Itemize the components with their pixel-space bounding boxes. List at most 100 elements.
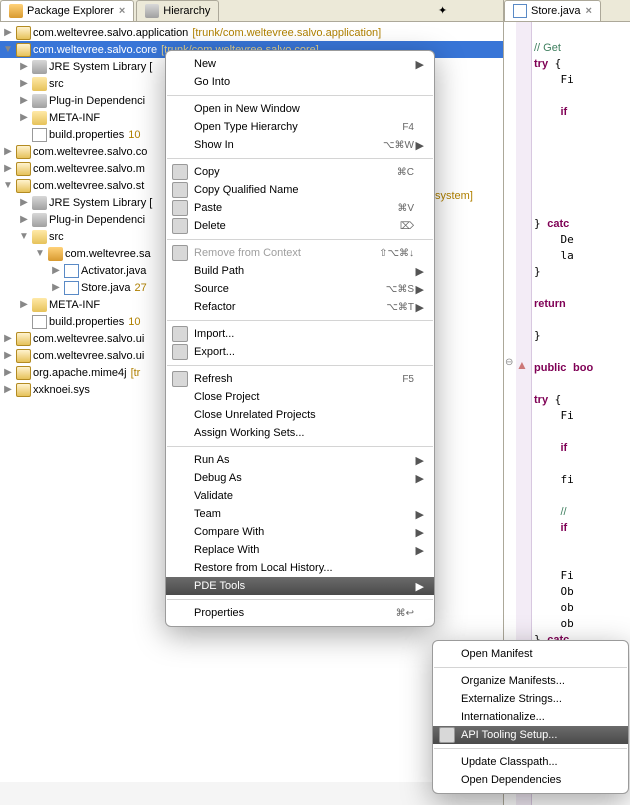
menu-validate[interactable]: Validate [166, 487, 434, 505]
submenu-arrow-icon: ▶ [414, 139, 424, 152]
menu-refresh[interactable]: RefreshF5 [166, 370, 434, 388]
tab-hierarchy[interactable]: Hierarchy [136, 0, 219, 21]
menu-team[interactable]: Team▶ [166, 505, 434, 523]
menu-item-label: Compare With [194, 526, 414, 538]
submenu-update-classpath[interactable]: Update Classpath... [433, 753, 628, 771]
twisty-icon[interactable]: ▼ [2, 44, 14, 55]
tree-suffix-overflow: system] [435, 190, 473, 202]
toolbar-icon-2[interactable] [456, 4, 470, 18]
menu-item-label: Build Path [194, 265, 414, 277]
tab-package-explorer[interactable]: Package Explorer × [0, 0, 134, 21]
menu-refactor[interactable]: Refactor⌥⌘T▶ [166, 298, 434, 316]
menu-item-label: Properties [194, 607, 386, 619]
hierarchy-icon [145, 4, 159, 18]
twisty-icon[interactable]: ▶ [18, 112, 30, 123]
menu-separator [434, 667, 627, 668]
menu-item-label: Copy [194, 166, 387, 178]
twisty-icon[interactable]: ▶ [18, 95, 30, 106]
twisty-icon[interactable]: ▶ [2, 163, 14, 174]
menu-item-icon [172, 452, 188, 468]
menu-show-in[interactable]: Show In⌥⌘W▶ [166, 136, 434, 154]
menu-item-icon [172, 281, 188, 297]
menu-paste[interactable]: Paste⌘V [166, 199, 434, 217]
menu-item-icon [172, 605, 188, 621]
tree-item-label: com.weltevree.salvo.core [33, 44, 157, 56]
tree-item-suffix: 10 [128, 129, 140, 141]
menu-run-as[interactable]: Run As▶ [166, 451, 434, 469]
menu-open-new-window[interactable]: Open in New Window [166, 100, 434, 118]
submenu-api-tooling[interactable]: API Tooling Setup... [433, 726, 628, 744]
twisty-icon[interactable]: ▼ [34, 248, 46, 259]
pde-tools-submenu[interactable]: Open Manifest Organize Manifests...Extern… [432, 640, 629, 794]
submenu-open-manifest[interactable]: Open Manifest [433, 645, 628, 663]
twisty-icon[interactable]: ▶ [50, 282, 62, 293]
menu-item-label: Validate [194, 490, 414, 502]
menu-new[interactable]: New▶ [166, 55, 434, 73]
menu-restore-history[interactable]: Restore from Local History... [166, 559, 434, 577]
twisty-icon[interactable]: ▶ [18, 214, 30, 225]
menu-copy-qualified[interactable]: Copy Qualified Name [166, 181, 434, 199]
menu-assign-working-sets[interactable]: Assign Working Sets... [166, 424, 434, 442]
menu-separator [167, 365, 433, 366]
menu-pde-tools[interactable]: PDE Tools▶ [166, 577, 434, 595]
context-menu[interactable]: New▶Go IntoOpen in New WindowOpen Type H… [165, 50, 435, 627]
twisty-icon[interactable]: ▶ [18, 197, 30, 208]
menu-copy[interactable]: Copy⌘C [166, 163, 434, 181]
twisty-icon[interactable]: ▶ [2, 333, 14, 344]
close-icon[interactable]: × [586, 5, 592, 17]
twisty-icon[interactable]: ▶ [2, 146, 14, 157]
twisty-icon[interactable]: ▶ [2, 350, 14, 361]
twisty-icon[interactable]: ▶ [18, 78, 30, 89]
menu-item-shortcut: ⌘V [397, 203, 414, 214]
menu-source[interactable]: Source⌥⌘S▶ [166, 280, 434, 298]
menu-item-label: Debug As [194, 472, 414, 484]
twisty-icon[interactable]: ▶ [2, 384, 14, 395]
menu-export[interactable]: Export... [166, 343, 434, 361]
tree-item-label: com.weltevree.salvo.m [33, 163, 145, 175]
jar-icon [32, 60, 47, 74]
mid-toolbar: ✦ [435, 0, 503, 22]
submenu-open-dependencies[interactable]: Open Dependencies [433, 771, 628, 789]
menu-build-path[interactable]: Build Path▶ [166, 262, 434, 280]
submenu-internationalize[interactable]: Internationalize... [433, 708, 628, 726]
twisty-icon[interactable]: ▼ [18, 231, 30, 242]
menu-item-icon [172, 182, 188, 198]
package-icon [48, 247, 63, 261]
twisty-icon[interactable]: ▶ [2, 27, 14, 38]
submenu-externalize-strings[interactable]: Externalize Strings... [433, 690, 628, 708]
toolbar-icon-1[interactable]: ✦ [438, 4, 452, 18]
menu-delete[interactable]: Delete⌦ [166, 217, 434, 235]
menu-properties[interactable]: Properties⌘↩ [166, 604, 434, 622]
menu-item-label: Delete [194, 220, 390, 232]
menu-open-type-hierarchy[interactable]: Open Type HierarchyF4 [166, 118, 434, 136]
menu-item-icon [172, 506, 188, 522]
folder-icon [32, 77, 47, 91]
menu-go-into[interactable]: Go Into [166, 73, 434, 91]
menu-item-icon [172, 542, 188, 558]
close-icon[interactable]: × [119, 5, 125, 17]
twisty-icon[interactable]: ▶ [50, 265, 62, 276]
editor-tab-bar: Store.java × [504, 0, 630, 22]
twisty-icon[interactable]: ▼ [2, 180, 14, 191]
menu-compare-with[interactable]: Compare With▶ [166, 523, 434, 541]
menu-separator [167, 239, 433, 240]
twisty-icon[interactable]: ▶ [2, 367, 14, 378]
menu-debug-as[interactable]: Debug As▶ [166, 469, 434, 487]
menu-import[interactable]: Import... [166, 325, 434, 343]
twisty-icon[interactable]: ▶ [18, 61, 30, 72]
menu-replace-with[interactable]: Replace With▶ [166, 541, 434, 559]
fold-collapse-icon[interactable]: ⊖ [505, 358, 514, 367]
menu-item-label: New [194, 58, 414, 70]
proj-icon [16, 179, 31, 193]
menu-item-icon [172, 488, 188, 504]
submenu-organize-manifests[interactable]: Organize Manifests... [433, 672, 628, 690]
toolbar-icon-3[interactable] [474, 4, 488, 18]
twisty-icon[interactable]: ▶ [18, 299, 30, 310]
menu-close-project[interactable]: Close Project [166, 388, 434, 406]
tree-item-label: build.properties [49, 129, 124, 141]
menu-close-unrelated[interactable]: Close Unrelated Projects [166, 406, 434, 424]
tab-store-java[interactable]: Store.java × [504, 0, 601, 21]
tab-label: Store.java [531, 5, 581, 17]
submenu-arrow-icon: ▶ [414, 454, 424, 467]
folder-icon [32, 298, 47, 312]
